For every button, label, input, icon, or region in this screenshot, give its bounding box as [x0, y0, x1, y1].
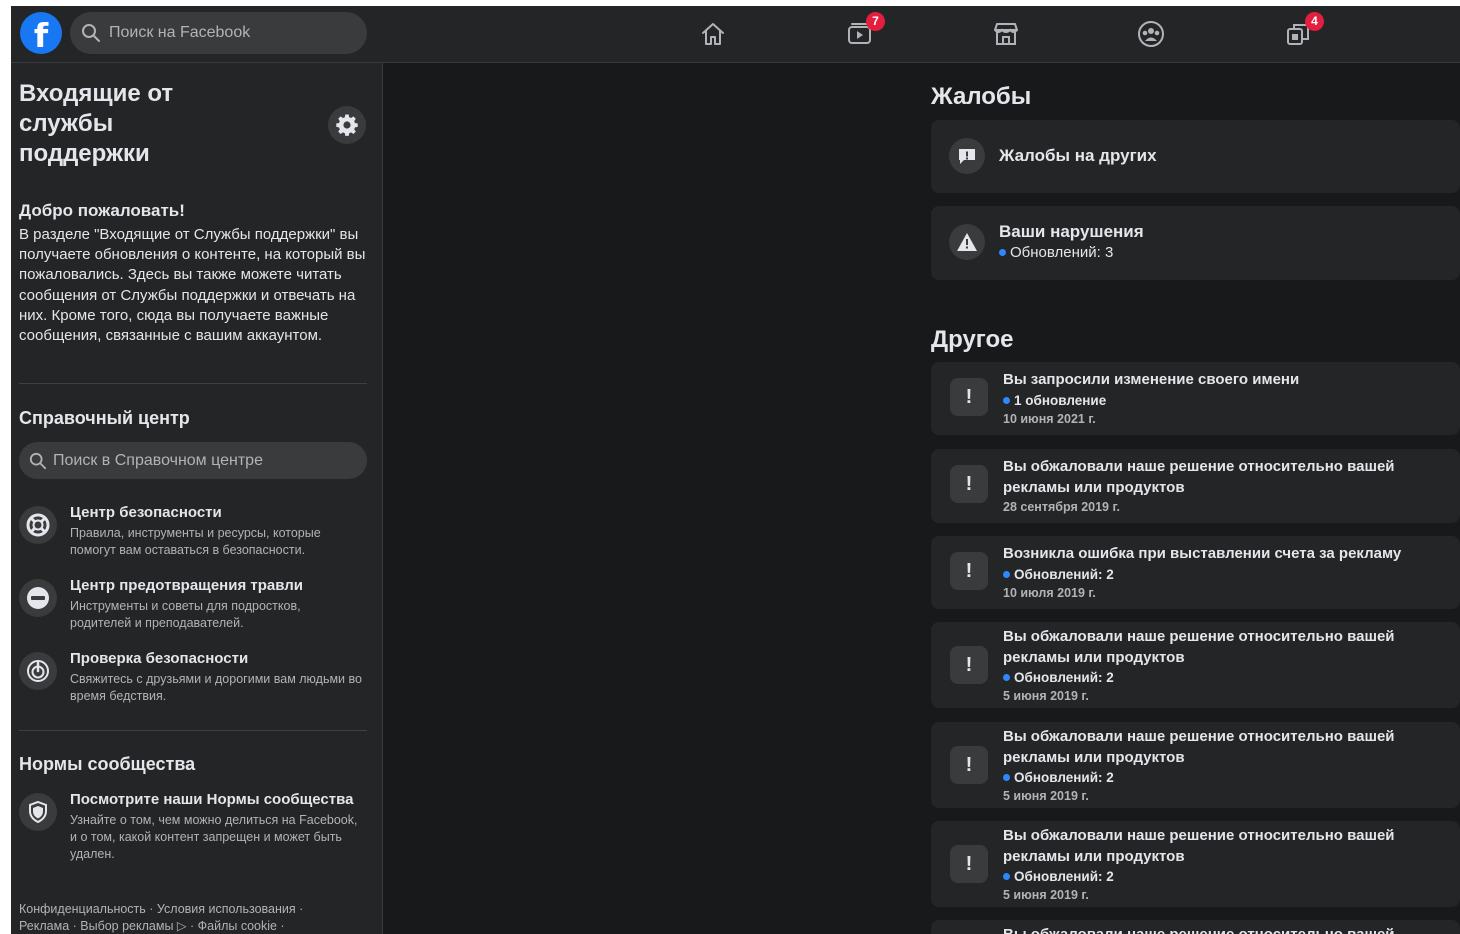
- item-title: Возникла ошибка при выставлении счета за…: [1003, 545, 1402, 562]
- store-icon: [994, 23, 1018, 45]
- help-item-title[interactable]: Проверка безопасности: [70, 650, 248, 667]
- update-text: Обновлений: 3: [1010, 244, 1114, 261]
- exclamation-icon: !: [950, 845, 988, 883]
- community-standards-title: Нормы сообщества: [19, 754, 196, 774]
- other-item-card[interactable]: ! Вы обжаловали наше решение относительн…: [931, 821, 1460, 907]
- update-text: Обновлений: 2: [1014, 566, 1114, 582]
- gaming-notification-badge: 4: [1305, 12, 1324, 31]
- other-item-card[interactable]: Вы обжаловали наше решение относительно …: [931, 920, 1460, 934]
- lifebuoy-icon: [19, 506, 57, 544]
- exclamation-icon: !: [950, 378, 988, 416]
- report-icon: [949, 138, 985, 174]
- item-update: Обновлений: 2: [1003, 867, 1443, 886]
- watch-notification-badge: 7: [866, 12, 885, 31]
- search-icon: [29, 452, 47, 469]
- other-item-card[interactable]: ! Вы обжаловали наше решение относительн…: [931, 622, 1460, 708]
- item-date: 5 июня 2019 г.: [1003, 689, 1089, 703]
- item-update: Обновлений: 2: [1003, 668, 1443, 687]
- item-title: Вы обжаловали наше решение относительно …: [1003, 628, 1395, 666]
- reports-about-others-card[interactable]: Жалобы на других: [931, 120, 1460, 193]
- help-item-title[interactable]: Посмотрите наши Нормы сообщества: [70, 791, 353, 808]
- item-update: Обновлений: 2: [1003, 565, 1443, 584]
- footer-links[interactable]: Конфиденциальность · Условия использован…: [19, 901, 349, 934]
- unread-dot: [1003, 396, 1010, 404]
- gear-icon: [336, 114, 358, 136]
- unread-dot: [1003, 674, 1010, 681]
- section-divider: [19, 730, 367, 731]
- item-title: Вы обжаловали наше решение относительно …: [1003, 827, 1395, 865]
- warning-icon: [949, 224, 985, 260]
- item-update: Обновлений: 2: [1003, 768, 1443, 787]
- item-title: Вы обжаловали наше решение относительно …: [1003, 728, 1395, 766]
- home-icon: [702, 23, 724, 45]
- other-item-card[interactable]: ! Вы запросили изменение своего имени 1 …: [931, 362, 1460, 435]
- shield-icon: [19, 793, 57, 831]
- help-item-description: Инструменты и советы для подростков, род…: [70, 599, 301, 630]
- groups-icon: [1138, 21, 1164, 47]
- nav-marketplace-button[interactable]: [951, 6, 1061, 62]
- item-title: Вы запросили изменение своего имени: [1003, 371, 1300, 388]
- update-text: Обновлений: 2: [1014, 670, 1114, 685]
- welcome-text: В разделе "Входящие от Службы поддержки"…: [19, 226, 366, 345]
- exclamation-icon: !: [950, 646, 988, 684]
- item-date: 10 июля 2019 г.: [1003, 585, 1096, 600]
- help-item-description: Свяжитесь с друзьями и дорогими вам людь…: [70, 672, 362, 703]
- top-navigation-bar: f 7 4: [11, 6, 1460, 63]
- card-title: Ваши нарушения: [999, 222, 1144, 241]
- section-divider: [19, 383, 367, 384]
- other-item-card[interactable]: ! Вы обжаловали наше решение относительн…: [931, 449, 1460, 523]
- welcome-heading: Добро пожаловать!: [19, 201, 185, 220]
- unread-dot: [999, 249, 1006, 256]
- card-update-count: Обновлений: 3: [999, 244, 1113, 261]
- help-item-title[interactable]: Центр безопасности: [70, 504, 222, 521]
- update-text: 1 обновление: [1014, 392, 1107, 408]
- other-item-card[interactable]: ! Вы обжаловали наше решение относительн…: [931, 722, 1460, 808]
- item-date: 28 сентября 2019 г.: [1003, 500, 1120, 514]
- unread-dot: [1003, 570, 1010, 578]
- safety-check-icon: [19, 652, 57, 690]
- search-icon: [82, 24, 100, 42]
- item-date: 5 июня 2019 г.: [1003, 888, 1089, 902]
- no-entry-icon: [19, 579, 57, 617]
- item-date: 10 июня 2021 г.: [1003, 411, 1096, 426]
- help-item-description: Правила, инструменты и ресурсы, которые …: [70, 526, 321, 557]
- page-title: Входящие от службы поддержки: [19, 80, 174, 167]
- facebook-search-box[interactable]: [70, 12, 367, 54]
- facebook-search-input[interactable]: [109, 24, 349, 42]
- app-window: f 7 4 Входящие от службы поддержки Добро…: [11, 6, 1460, 934]
- nav-watch-button[interactable]: 7: [805, 6, 915, 62]
- help-item-description: Узнайте о том, чем можно делиться на Fac…: [70, 813, 358, 861]
- card-title: Жалобы на других: [999, 146, 1157, 165]
- settings-button[interactable]: [328, 106, 366, 144]
- nav-gaming-button[interactable]: 4: [1243, 6, 1353, 62]
- exclamation-icon: !: [950, 746, 988, 784]
- unread-dot: [1003, 873, 1010, 880]
- help-center-title: Справочный центр: [19, 408, 190, 428]
- other-item-card[interactable]: ! Возникла ошибка при выставлении счета …: [931, 536, 1460, 609]
- help-center-search-box[interactable]: [19, 442, 367, 479]
- exclamation-icon: !: [950, 465, 988, 503]
- unread-dot: [1003, 774, 1010, 781]
- item-date: 5 июня 2019 г.: [1003, 789, 1089, 803]
- item-title: Вы обжаловали наше решение относительно …: [1003, 458, 1395, 496]
- other-heading: Другое: [931, 326, 1014, 353]
- exclamation-icon: !: [950, 552, 988, 590]
- update-text: Обновлений: 2: [1014, 770, 1114, 785]
- update-text: Обновлений: 2: [1014, 869, 1114, 884]
- your-violations-card[interactable]: Ваши нарушения Обновлений: 3: [931, 206, 1460, 280]
- help-item-title[interactable]: Центр предотвращения травли: [70, 577, 303, 594]
- support-inbox-sidebar: Входящие от службы поддержки Добро пожал…: [11, 63, 383, 934]
- item-title: Вы обжаловали наше решение относительно …: [1003, 925, 1443, 934]
- facebook-logo-icon[interactable]: f: [20, 12, 62, 54]
- nav-groups-button[interactable]: [1096, 6, 1206, 62]
- reports-heading: Жалобы: [931, 83, 1032, 110]
- item-update: 1 обновление: [1003, 391, 1443, 410]
- nav-home-button[interactable]: [658, 6, 768, 62]
- help-center-search-input[interactable]: [53, 451, 353, 470]
